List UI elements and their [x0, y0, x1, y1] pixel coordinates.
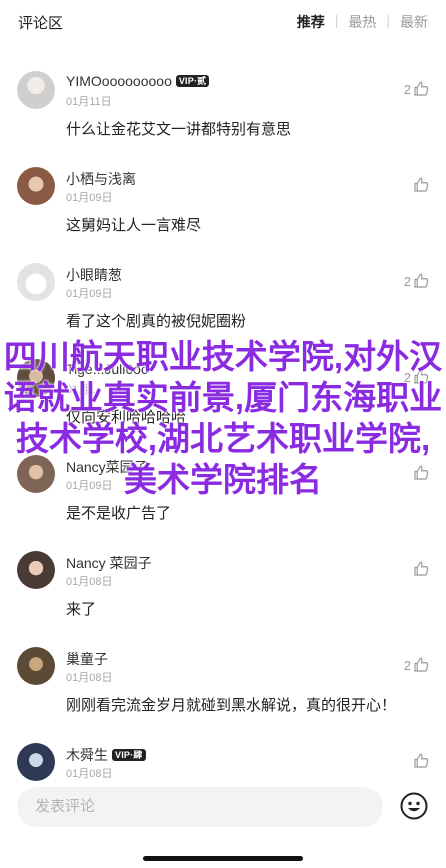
like-button[interactable]	[411, 752, 430, 770]
thumbs-up-icon	[414, 177, 429, 192]
thumbs-up-icon	[414, 81, 429, 96]
avatar[interactable]	[17, 71, 55, 109]
username[interactable]: Nancy菜园子	[66, 457, 148, 477]
avatar[interactable]	[17, 263, 55, 301]
comment-text: 看了这个剧真的被倪妮圈粉	[66, 313, 247, 330]
comment-text: 仅向安利哈哈哈哈	[66, 409, 187, 426]
comment-list: YIMOooooooooo VIP·贰 01月11日 什么让金花艾文一讲都特别有…	[0, 60, 446, 828]
like-button[interactable]: 2	[404, 272, 430, 290]
page-title: 评论区	[18, 15, 64, 32]
thumbs-up-icon	[414, 753, 429, 768]
comment-text: 来了	[66, 601, 97, 618]
comment-item: 小眼睛葱 01月09日 看了这个剧真的被倪妮圈粉 2	[0, 252, 446, 348]
comment-text: 什么让金花艾文一讲都特别有意思	[66, 121, 292, 138]
comment-item: 巢童子 01月08日 刚刚看完流金岁月就碰到黑水解说，真的很开心！ 2	[0, 636, 446, 732]
thumbs-up-icon	[414, 465, 429, 480]
username[interactable]: 巢童子	[66, 649, 108, 669]
like-count: 2	[403, 81, 411, 97]
thumbs-up-icon	[414, 273, 429, 288]
comment-date: 01月1	[66, 384, 96, 396]
avatar[interactable]	[17, 359, 55, 397]
avatar[interactable]	[17, 647, 55, 685]
comment-item: YIMOooooooooo VIP·贰 01月11日 什么让金花艾文一讲都特别有…	[0, 60, 446, 156]
tab-recommended[interactable]: 推荐	[297, 12, 325, 32]
like-button[interactable]	[411, 464, 430, 482]
thumbs-up-icon	[414, 657, 429, 672]
comment-date: 01月08日	[66, 768, 113, 780]
tab-divider: |	[334, 12, 339, 28]
avatar[interactable]	[17, 551, 55, 589]
username[interactable]: 小栖与浅离	[66, 169, 136, 189]
comment-date: 01月09日	[66, 480, 113, 492]
comment-text: 这舅妈让人一言难尽	[66, 217, 202, 234]
comment-date: 01月08日	[66, 576, 113, 588]
like-button[interactable]: 2	[404, 368, 430, 386]
like-button[interactable]: 2	[404, 80, 430, 98]
comment-date: 01月09日	[66, 192, 113, 204]
smiley-icon[interactable]	[400, 792, 428, 820]
tab-hottest[interactable]: 最热	[348, 12, 376, 32]
comment-text: 刚刚看完流金岁月就碰到黑水解说，真的很开心！	[66, 697, 397, 714]
comment-input-bar: 发表评论	[0, 782, 446, 868]
comment-date: 01月09日	[66, 288, 113, 300]
like-count: 2	[403, 273, 411, 289]
comment-item: Nancy 菜园子 01月08日 来了	[0, 540, 446, 636]
like-button[interactable]: 2	[404, 656, 430, 674]
like-button[interactable]	[411, 176, 430, 194]
comment-date: 01月08日	[66, 672, 113, 684]
tab-newest[interactable]: 最新	[400, 12, 428, 32]
avatar[interactable]	[17, 743, 55, 781]
comment-input[interactable]: 发表评论	[17, 787, 383, 827]
sort-tabs: 推荐 | 最热 | 最新	[297, 12, 428, 32]
comment-header: 评论区 推荐 | 最热 | 最新	[0, 0, 446, 44]
like-count: 2	[403, 657, 411, 673]
like-count: 2	[403, 369, 411, 385]
comment-item: Nancy菜园子 01月09日 是不是收广告了	[0, 444, 446, 540]
username[interactable]: 小眼睛葱	[66, 265, 122, 285]
comment-date: 01月11日	[66, 96, 112, 108]
vip-badge: VIP·贰	[175, 75, 210, 87]
thumbs-up-icon	[414, 561, 429, 576]
comment-item: Tige...Juli6oc 01月1 仅向安利哈哈哈哈 2	[0, 348, 446, 444]
username[interactable]: 木舜生	[66, 745, 108, 765]
avatar[interactable]	[17, 167, 55, 205]
comment-item: 小栖与浅离 01月09日 这舅妈让人一言难尽	[0, 156, 446, 252]
vip-badge: VIP·肆	[112, 749, 146, 761]
tab-divider: |	[386, 12, 390, 28]
comment-text: 是不是收广告了	[66, 505, 172, 522]
username[interactable]: Tige...Juli6oc	[66, 361, 148, 377]
thumbs-up-icon	[414, 369, 429, 384]
like-button[interactable]	[411, 560, 430, 578]
home-indicator	[143, 856, 303, 861]
avatar[interactable]	[17, 455, 55, 493]
username[interactable]: YIMOooooooooo	[66, 73, 172, 89]
username[interactable]: Nancy 菜园子	[66, 553, 152, 573]
